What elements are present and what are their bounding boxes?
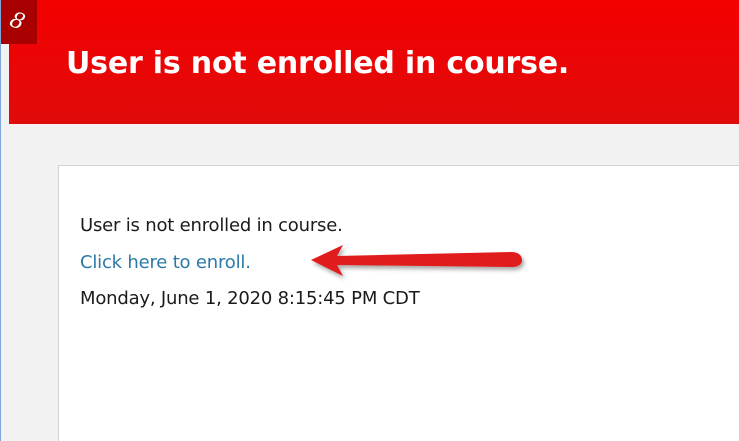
not-enrolled-message: User is not enrolled in course. xyxy=(80,215,343,236)
callout-arrow-shape xyxy=(311,245,522,276)
page-frame: User is not enrolled in course. 8 User i… xyxy=(0,0,739,441)
permalink-tab[interactable]: 8 xyxy=(1,0,37,44)
content-panel: User is not enrolled in course. Click he… xyxy=(58,165,739,441)
timestamp: Monday, June 1, 2020 8:15:45 PM CDT xyxy=(80,288,420,309)
page-title: User is not enrolled in course. xyxy=(66,46,570,81)
callout-arrow xyxy=(311,245,522,276)
enroll-link[interactable]: Click here to enroll. xyxy=(80,251,251,275)
link-icon[interactable]: 8 xyxy=(4,6,30,38)
error-banner: User is not enrolled in course. xyxy=(9,0,739,124)
